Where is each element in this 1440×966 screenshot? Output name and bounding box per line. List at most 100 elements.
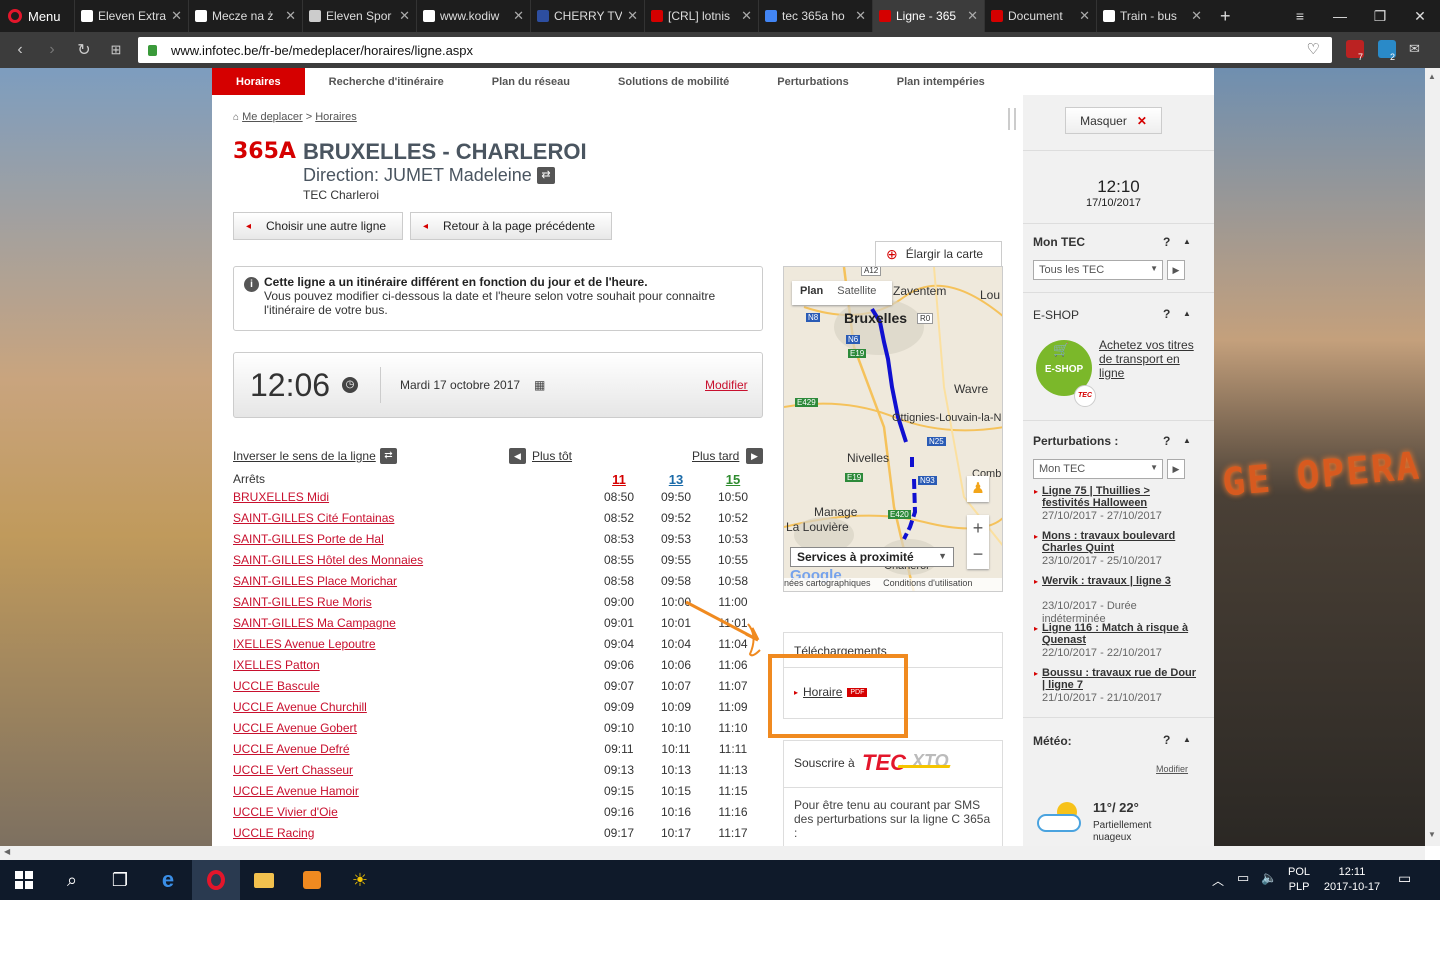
choose-other-line-button[interactable]: Choisir une autre ligne [233, 212, 403, 240]
messenger-icon[interactable]: ✉ [1409, 41, 1420, 57]
stop-link[interactable]: UCCLE Vert Chasseur [233, 763, 353, 777]
help-icon[interactable]: ? [1163, 307, 1170, 321]
calendar-icon[interactable]: ▦ [534, 378, 545, 392]
back-button[interactable]: Retour à la page précédente [410, 212, 612, 240]
help-icon[interactable]: ? [1163, 235, 1170, 249]
tab-close-icon[interactable]: ✕ [741, 8, 752, 24]
perturbation-link[interactable]: Wervik : travaux | ligne 3 [1042, 575, 1197, 587]
nav-plan-reseau[interactable]: Plan du réseau [468, 68, 594, 95]
browser-tab[interactable]: Eleven Spor ✕ [302, 0, 416, 32]
nav-perturbations[interactable]: Perturbations [753, 68, 873, 95]
taskbar-clock[interactable]: 12:11 2017-10-17 [1320, 865, 1384, 895]
services-proximity-select[interactable]: Services à proximité ▼ [790, 547, 954, 567]
volume-icon[interactable]: 🔈 [1261, 870, 1277, 886]
stop-link[interactable]: UCCLE Avenue Gobert [233, 721, 357, 735]
tab-menu-icon[interactable]: ≡ [1280, 0, 1320, 32]
earlier-arrow-icon[interactable]: ◀ [509, 448, 526, 464]
browser-tab[interactable]: Eleven Extra ✕ [74, 0, 188, 32]
breadcrumb-me-deplacer[interactable]: Me deplacer [242, 111, 303, 123]
task-view-icon[interactable]: ❐ [96, 860, 144, 900]
enlarge-map-button[interactable]: ⊕ Élargir la carte [875, 241, 1002, 266]
stop-link[interactable]: IXELLES Patton [233, 658, 320, 672]
stop-link[interactable]: UCCLE Racing [233, 826, 314, 840]
eshop-link[interactable]: Achetez vos titres de transport en ligne [1099, 338, 1199, 380]
stop-link[interactable]: SAINT-GILLES Porte de Hal [233, 532, 384, 546]
browser-tab[interactable]: [CRL] lotnis ✕ [644, 0, 758, 32]
browser-tab[interactable]: tec 365a ho ✕ [758, 0, 872, 32]
mon-tec-select[interactable]: Tous les TEC ▼ [1033, 260, 1163, 280]
speed-dial-icon[interactable]: ⊞ [100, 42, 132, 58]
reverse-direction-link[interactable]: Inverser le sens de la ligne [233, 449, 376, 463]
tab-close-icon[interactable]: ✕ [627, 8, 638, 24]
pegman-icon[interactable]: ♟ [967, 476, 989, 502]
column-hour-13[interactable]: 13 [656, 472, 696, 487]
new-tab-button[interactable]: + [1208, 6, 1243, 27]
clock-icon[interactable]: ◷ [342, 377, 358, 393]
stop-link[interactable]: SAINT-GILLES Hôtel des Monnaies [233, 553, 423, 567]
map-tab-satellite[interactable]: Satellite [831, 281, 882, 305]
time-value[interactable]: 12:06 [250, 367, 330, 404]
horizontal-scrollbar[interactable]: ◀ [0, 846, 1425, 860]
stop-link[interactable]: UCCLE Bascule [233, 679, 320, 693]
tab-close-icon[interactable]: ✕ [171, 8, 182, 24]
tab-close-icon[interactable]: ✕ [285, 8, 296, 24]
perturbation-link[interactable]: Boussu : travaux rue de Dour | ligne 7 [1042, 667, 1197, 691]
collapse-icon[interactable]: ▲ [1183, 735, 1191, 744]
stop-link[interactable]: BRUXELLES Midi [233, 490, 329, 504]
help-icon[interactable]: ? [1163, 733, 1170, 747]
forward-icon[interactable]: › [36, 41, 68, 59]
tab-close-icon[interactable]: ✕ [1079, 8, 1090, 24]
later-link[interactable]: Plus tard [692, 449, 739, 463]
tab-close-icon[interactable]: ✕ [399, 8, 410, 24]
hide-sidebar-button[interactable]: Masquer ✕ [1065, 107, 1162, 134]
network-icon[interactable]: ▭ [1237, 870, 1249, 886]
stop-link[interactable]: SAINT-GILLES Ma Campagne [233, 616, 396, 630]
zoom-in-button[interactable]: + [967, 515, 989, 542]
breadcrumb-horaires[interactable]: Horaires [315, 111, 357, 123]
stop-link[interactable]: UCCLE Avenue Hamoir [233, 784, 359, 798]
tab-close-icon[interactable]: ✕ [855, 8, 866, 24]
back-icon[interactable]: ‹ [4, 41, 36, 59]
stop-link[interactable]: SAINT-GILLES Rue Moris [233, 595, 372, 609]
nav-horaires[interactable]: Horaires [212, 68, 305, 95]
help-icon[interactable]: ? [1163, 434, 1170, 448]
browser-tab[interactable]: CHERRY TV ✕ [530, 0, 644, 32]
stop-link[interactable]: UCCLE Avenue Defré [233, 742, 350, 756]
zoom-out-button[interactable]: − [967, 542, 989, 569]
file-explorer-icon[interactable] [240, 860, 288, 900]
minimize-button[interactable]: — [1320, 0, 1360, 32]
column-hour-15[interactable]: 15 [713, 472, 753, 487]
tab-close-icon[interactable]: ✕ [1191, 8, 1202, 24]
perturbations-go-button[interactable]: ▶ [1167, 459, 1185, 479]
meteo-modify-link[interactable]: Modifier [1156, 764, 1188, 774]
mon-tec-go-button[interactable]: ▶ [1167, 260, 1185, 280]
modify-time-link[interactable]: Modifier [705, 378, 748, 392]
browser-tab[interactable]: Ligne - 365 ✕ [872, 0, 984, 32]
route-map[interactable]: Plan Satellite Bruxelles Zaventem Lou Wa… [783, 266, 1003, 592]
nav-plan-intemperies[interactable]: Plan intempéries [873, 68, 1009, 95]
perturbation-link[interactable]: Mons : travaux boulevard Charles Quint [1042, 530, 1197, 554]
tab-close-icon[interactable]: ✕ [513, 8, 524, 24]
nav-recherche-itineraire[interactable]: Recherche d'itinéraire [305, 68, 468, 95]
sidebar-drag-handle[interactable] [1008, 108, 1016, 130]
windows-start-icon[interactable] [0, 860, 48, 900]
nav-solutions-mobilite[interactable]: Solutions de mobilité [594, 68, 753, 95]
browser-tab[interactable]: www.kodiw ✕ [416, 0, 530, 32]
bookmark-heart-icon[interactable]: ♡ [1307, 40, 1320, 58]
collapse-icon[interactable]: ▲ [1183, 436, 1191, 445]
notifications-icon[interactable]: ▭ [1398, 870, 1411, 887]
opera-menu-button[interactable]: Menu [0, 0, 74, 32]
restore-button[interactable]: ❐ [1360, 0, 1400, 32]
collapse-icon[interactable]: ▲ [1183, 309, 1191, 318]
sun-app-icon[interactable]: ☀ [336, 860, 384, 900]
reverse-icon[interactable]: ⇄ [380, 448, 397, 464]
perturbation-link[interactable]: Ligne 75 | Thuillies > festivités Hallow… [1042, 485, 1197, 509]
perturbation-link[interactable]: Ligne 116 : Match à risque à Quenast [1042, 622, 1197, 646]
url-field[interactable]: www.infotec.be/fr-be/medeplacer/horaires… [138, 37, 1332, 63]
browser-tab[interactable]: Train - bus ✕ [1096, 0, 1208, 32]
opera-taskbar-icon[interactable] [192, 860, 240, 900]
vertical-scrollbar[interactable]: ▲ ▼ [1425, 68, 1440, 846]
column-hour-11[interactable]: 11 [599, 472, 639, 487]
language-indicator[interactable]: POL PLP [1288, 865, 1310, 895]
browser-tab[interactable]: Mecze na ż ✕ [188, 0, 302, 32]
